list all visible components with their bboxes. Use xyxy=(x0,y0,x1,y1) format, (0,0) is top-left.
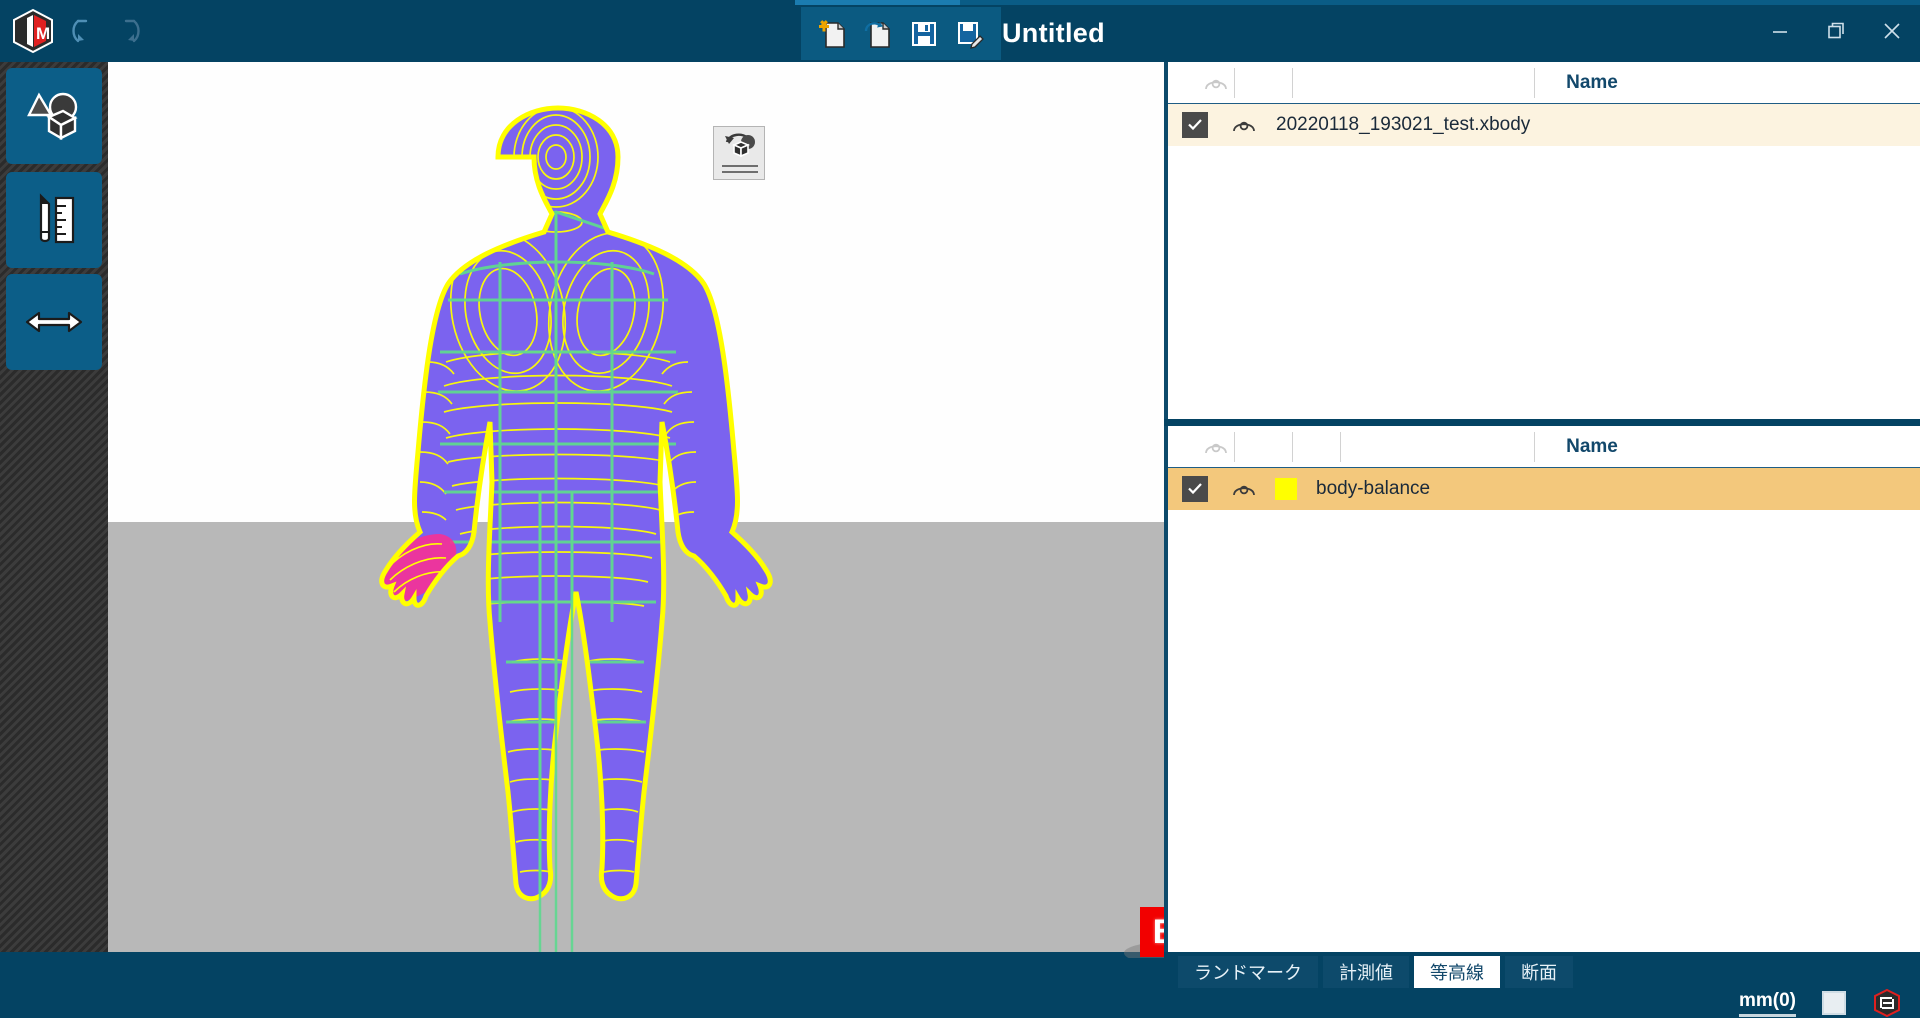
tab-landmark[interactable]: ランドマーク xyxy=(1178,956,1318,988)
app-logo-hex-small[interactable] xyxy=(1872,988,1902,1018)
restore-icon[interactable] xyxy=(1808,0,1864,62)
right-panels: Name 20220118_193021_test.xbody Name bod… xyxy=(1164,62,1920,952)
title-accent-bar xyxy=(795,0,960,5)
tab-measurements[interactable]: 計測値 xyxy=(1323,956,1409,988)
close-icon[interactable] xyxy=(1864,0,1920,62)
row-visibility-toggle[interactable] xyxy=(1222,481,1266,497)
visibility-column-header xyxy=(1168,75,1264,91)
undo-icon[interactable] xyxy=(68,14,102,48)
row-visibility-toggle[interactable] xyxy=(1222,117,1266,133)
title-bar: M Untitled xyxy=(0,0,1920,68)
tab-contour[interactable]: 等高線 xyxy=(1414,956,1500,988)
3d-viewport[interactable]: B xyxy=(108,62,1164,958)
tab-cross-section[interactable]: 断面 xyxy=(1505,956,1573,988)
check-icon xyxy=(1188,119,1202,131)
open-file-icon[interactable] xyxy=(855,13,901,55)
row-label: body-balance xyxy=(1316,477,1431,499)
table-row[interactable]: body-balance xyxy=(1168,468,1920,510)
double-arrow-icon xyxy=(25,311,83,333)
check-icon xyxy=(1188,483,1202,495)
table-row[interactable]: 20220118_193021_test.xbody xyxy=(1168,104,1920,146)
row-checkbox[interactable] xyxy=(1168,111,1222,138)
orientation-badge: B xyxy=(1140,907,1164,957)
app-logo-hex: M xyxy=(13,8,53,54)
viewport-rotate-widget[interactable] xyxy=(713,126,765,180)
rotate-cube-icon xyxy=(725,133,755,158)
application-window: M Untitled Name 20220118_193021_test.xbo… xyxy=(0,0,1920,1018)
status-bar: mm(0) xyxy=(0,988,1920,1018)
unit-indicator: mm(0) xyxy=(1738,990,1796,1017)
row-checkbox[interactable] xyxy=(1168,475,1222,502)
contour-list-panel: Name body-balance xyxy=(1164,426,1920,952)
eye-icon xyxy=(1233,485,1255,495)
save-icon[interactable] xyxy=(901,13,947,55)
widget-line-1 xyxy=(722,165,758,167)
row-label: 20220118_193021_test.xbody xyxy=(1276,113,1531,135)
new-file-icon[interactable] xyxy=(809,13,855,55)
body-model xyxy=(108,62,1164,958)
svg-text:M: M xyxy=(36,24,50,43)
row-color-swatch[interactable] xyxy=(1266,477,1306,500)
minimize-icon[interactable] xyxy=(1752,0,1808,62)
redo-icon[interactable] xyxy=(110,14,144,48)
body-list-panel: Name 20220118_193021_test.xbody xyxy=(1164,62,1920,419)
model-view-button[interactable] xyxy=(6,68,102,164)
eye-icon xyxy=(1205,79,1227,89)
window-controls xyxy=(1752,0,1920,62)
pencil-ruler-icon xyxy=(39,193,75,244)
save-as-icon[interactable] xyxy=(947,13,993,55)
tool-rail xyxy=(0,62,108,952)
document-title: Untitled xyxy=(1002,18,1105,48)
visibility-column-header xyxy=(1168,439,1264,455)
measure-button[interactable] xyxy=(6,172,102,268)
panel-tabs: ランドマーク 計測値 等高線 断面 xyxy=(1164,952,1920,988)
eye-icon xyxy=(1205,443,1227,453)
cube-shapes-icon xyxy=(27,92,78,141)
file-toolbar xyxy=(801,7,1001,60)
distance-button[interactable] xyxy=(6,274,102,370)
name-column-header: Name xyxy=(1566,435,1618,457)
eye-icon xyxy=(1233,121,1255,131)
square-icon[interactable] xyxy=(1822,991,1846,1015)
contour-list-header: Name xyxy=(1168,426,1920,468)
widget-line-2 xyxy=(722,171,758,173)
body-list-header: Name xyxy=(1168,62,1920,104)
name-column-header: Name xyxy=(1566,71,1618,93)
